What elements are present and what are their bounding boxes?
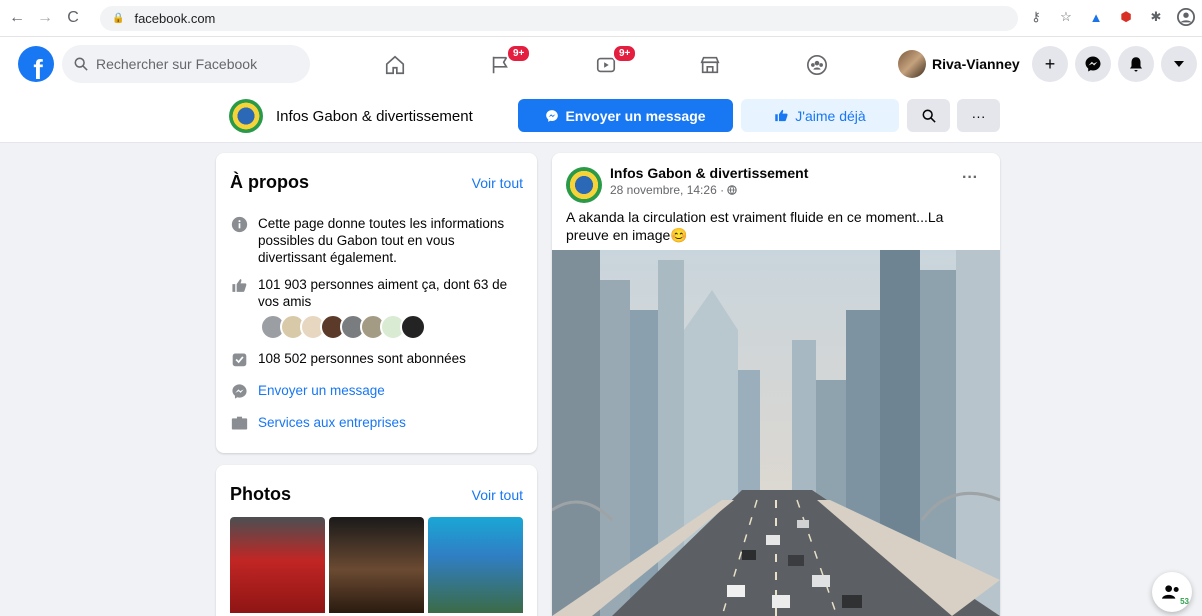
avatar (400, 314, 426, 340)
search-placeholder: Rechercher sur Facebook (96, 56, 258, 72)
page-header: Infos Gabon & divertissement Envoyer un … (0, 91, 1202, 143)
post-image[interactable] (552, 250, 1000, 616)
create-button[interactable]: + (1032, 46, 1068, 82)
search-icon (922, 109, 936, 123)
groups-icon (807, 55, 827, 75)
send-message-label: Envoyer un message (565, 107, 706, 124)
post-more-button[interactable]: ··· (962, 169, 978, 187)
briefcase-icon (230, 414, 248, 432)
thumbs-up-icon (775, 109, 788, 122)
about-business-link[interactable]: Services aux entreprises (258, 414, 406, 431)
plus-icon: + (1044, 53, 1056, 74)
post-timestamp[interactable]: 28 novembre, 14:26 · (610, 183, 738, 197)
profile-name: Riva-Vianney (932, 56, 1020, 72)
contacts-icon (1162, 585, 1179, 599)
forward-arrow-icon[interactable]: → (34, 7, 56, 29)
url-text: facebook.com (134, 11, 216, 26)
about-followers-row: 108 502 personnes sont abonnées (230, 350, 520, 368)
photos-see-all-link[interactable]: Voir tout (472, 487, 523, 503)
profile-shortcut[interactable]: Riva-Vianney (898, 46, 1020, 82)
info-icon (230, 215, 248, 233)
tab-pages[interactable]: 9+ (470, 44, 532, 85)
thumbs-up-icon (230, 276, 248, 294)
facebook-top-nav: f Rechercher sur Facebook 9+ 9+ Riva-Via… (0, 37, 1202, 91)
facebook-logo-icon[interactable]: f (18, 46, 54, 82)
send-message-button[interactable]: Envoyer un message (518, 99, 733, 132)
messenger-icon (546, 109, 559, 122)
photos-card: Photos Voir tout (216, 465, 537, 616)
friends-avatars[interactable] (260, 314, 426, 340)
about-likes: 101 903 personnes aiment ça, dont 63 de … (258, 277, 508, 309)
followers-check-icon (230, 350, 248, 368)
notifications-button[interactable] (1118, 46, 1154, 82)
tab-home[interactable] (365, 45, 425, 85)
about-send-message-link[interactable]: Envoyer un message (258, 382, 385, 399)
messenger-button[interactable] (1075, 46, 1111, 82)
about-message-row[interactable]: Envoyer un message (230, 382, 520, 400)
browser-toolbar: ← → C 🔒 facebook.com ⚷ ☆ ▲ ⬢ ✱ (0, 0, 1202, 37)
page-avatar[interactable] (229, 99, 263, 133)
account-icon[interactable] (1176, 7, 1196, 27)
home-icon (385, 55, 405, 75)
address-bar[interactable]: 🔒 facebook.com (100, 6, 1018, 31)
about-description-row: Cette page donne toutes les informations… (230, 215, 520, 266)
about-card: À propos Voir tout Cette page donne tout… (216, 153, 537, 453)
post-text: A akanda la circulation est vraiment flu… (566, 209, 944, 243)
about-likes-row: 101 903 personnes aiment ça, dont 63 de … (230, 276, 520, 310)
page-search-button[interactable] (907, 99, 950, 132)
messenger-icon (1085, 56, 1101, 72)
tab-watch[interactable]: 9+ (576, 44, 638, 85)
back-arrow-icon[interactable]: ← (6, 7, 28, 29)
contacts-count: 53 (1180, 597, 1189, 606)
tab-marketplace[interactable] (680, 45, 740, 85)
lock-icon: 🔒 (112, 13, 125, 24)
more-dots-icon: ··· (971, 107, 986, 124)
photos-title: Photos (230, 484, 291, 504)
notification-badge: 9+ (612, 44, 638, 63)
page-name[interactable]: Infos Gabon & divertissement (276, 108, 473, 125)
shop-icon (700, 56, 720, 74)
avatar (898, 50, 926, 78)
messenger-icon (230, 382, 248, 400)
post-card: Infos Gabon & divertissement 28 novembre… (552, 153, 1000, 616)
puzzle-icon[interactable]: ✱ (1146, 7, 1166, 27)
about-business-row[interactable]: Services aux entreprises (230, 414, 520, 432)
about-see-all-link[interactable]: Voir tout (472, 175, 523, 191)
contacts-button[interactable]: 53 (1152, 572, 1192, 612)
about-title: À propos (230, 172, 309, 192)
adblock-icon[interactable]: ⬢ (1116, 7, 1136, 27)
photo-thumbnail[interactable] (428, 517, 523, 613)
account-menu-button[interactable] (1161, 46, 1197, 82)
about-followers: 108 502 personnes sont abonnées (258, 351, 466, 366)
caret-down-icon (1174, 61, 1184, 67)
star-icon[interactable]: ☆ (1056, 7, 1076, 27)
bell-icon (1130, 57, 1142, 72)
about-description: Cette page donne toutes les informations… (258, 216, 505, 265)
post-author-name[interactable]: Infos Gabon & divertissement (610, 165, 808, 181)
page-more-button[interactable]: ··· (957, 99, 1000, 132)
globe-icon (727, 185, 738, 195)
notification-badge: 9+ (506, 44, 532, 63)
photo-thumbnail[interactable] (230, 517, 325, 613)
search-icon (74, 57, 88, 71)
post-author-avatar[interactable] (566, 167, 602, 203)
search-input[interactable]: Rechercher sur Facebook (62, 45, 310, 83)
key-icon[interactable]: ⚷ (1026, 7, 1046, 27)
photo-thumbnail[interactable] (329, 517, 424, 613)
liked-button[interactable]: J'aime déjà (741, 99, 899, 132)
extension-cap-icon[interactable]: ▲ (1086, 7, 1106, 27)
tab-groups[interactable] (787, 45, 847, 85)
reload-icon[interactable]: C (62, 7, 84, 29)
post-time-text: 28 novembre, 14:26 · (610, 183, 728, 197)
liked-label: J'aime déjà (795, 107, 866, 124)
